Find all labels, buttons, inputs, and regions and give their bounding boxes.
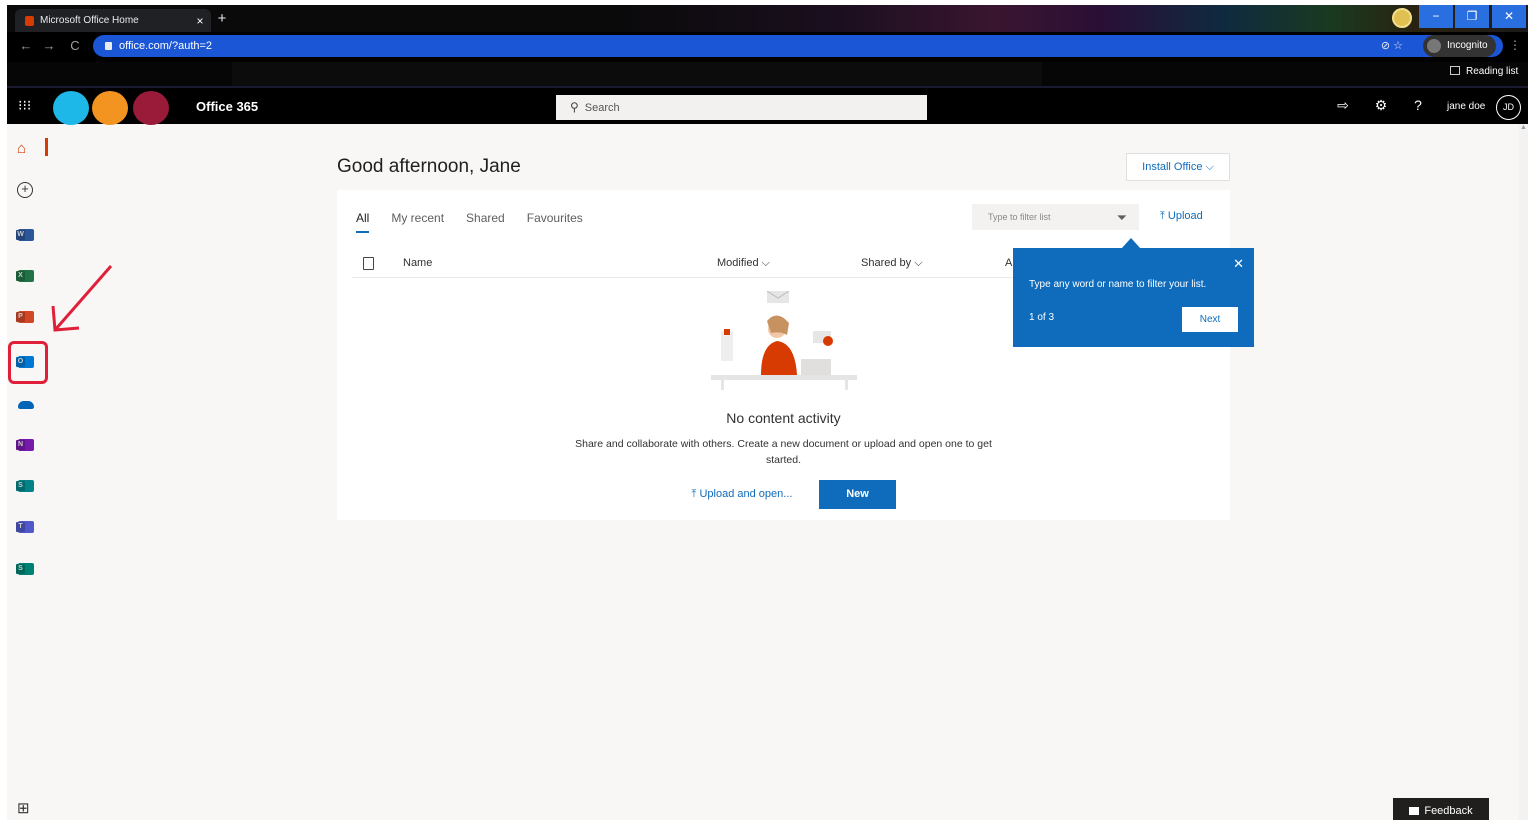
close-window-button[interactable]: ✕ [1492,5,1526,28]
teams-app-icon[interactable]: T [16,517,36,537]
screen: Microsoft Office Home × + − ❐ ✕ ← → C of… [7,5,1528,820]
empty-title: No content activity [726,410,841,426]
bookmarks-bar: Reading list [7,62,1528,86]
upload-button[interactable]: ⤒ Upload [1160,210,1203,223]
empty-state-illustration [711,291,857,390]
incognito-badge[interactable]: Incognito [1423,35,1496,57]
office-favicon-icon [25,15,34,26]
onenote-app-icon[interactable]: N [16,435,36,455]
column-name[interactable]: Name [403,257,432,269]
teaching-callout: ✕ Type any word or name to filter your l… [1013,248,1254,347]
tab-my-recent[interactable]: My recent [391,211,444,225]
logo-blob-orange [92,91,128,125]
onedrive-app-icon[interactable] [16,394,36,414]
scrollbar[interactable] [1519,124,1528,820]
onedrive-tile [18,401,34,409]
upload-and-open-button[interactable]: ⤒ Upload and open... [673,480,811,508]
all-apps-icon[interactable]: ⊞ [17,801,33,817]
document-tabs: All My recent Shared Favourites [356,211,605,233]
word-app-icon[interactable]: W [16,225,36,245]
teams-letter: T [16,522,25,532]
home-selected-indicator [45,138,48,156]
omnibox-icons[interactable]: ⊘ ☆ [1381,35,1403,57]
logo-blob-blue [53,91,89,125]
sway-app-icon[interactable]: S [16,559,36,579]
logo-blob-maroon [133,91,169,125]
reload-button[interactable]: C [66,38,84,53]
maximize-button[interactable]: ❐ [1455,5,1489,28]
search-input[interactable]: ⚲ Search [556,95,927,120]
annotation-arrow [51,265,113,332]
incognito-label: Incognito [1447,40,1488,51]
reading-list-icon [1450,66,1460,75]
reading-list-label: Reading list [1466,66,1519,77]
lock-icon [105,42,112,50]
callout-close-icon[interactable]: ✕ [1233,256,1244,272]
extension-icon[interactable] [1392,8,1412,28]
column-shared-by[interactable]: Shared by ⌵ [861,257,923,270]
annotation-highlight-box [8,341,48,384]
back-button[interactable]: ← [17,38,35,53]
sharepoint-letter: S [16,481,25,491]
browser-tab[interactable]: Microsoft Office Home × [15,9,211,32]
page-title: Good afternoon, Jane [337,156,521,177]
tab-all[interactable]: All [356,211,370,233]
brand-title[interactable]: Office 365 [196,99,258,114]
column-activity[interactable]: A [1005,257,1012,269]
user-name[interactable]: jane doe [1447,101,1485,112]
filter-input[interactable]: Type to filter list ⏷ [972,204,1139,230]
callout-next-button[interactable]: Next [1182,307,1238,332]
url-text: office.com/?auth=2 [119,40,213,52]
home-icon[interactable]: ⌂ [17,141,31,156]
install-office-button[interactable]: Install Office ⌵ [1126,153,1230,181]
callout-step-count: 1 of 3 [1029,312,1055,323]
create-icon[interactable]: + [17,182,33,198]
settings-icon[interactable]: ⚙ [1372,97,1390,114]
avatar[interactable]: JD [1496,95,1521,120]
browser-toolbar: ← → C office.com/?auth=2 ⊘ ☆ Incognito ⋮ [7,32,1528,62]
new-button[interactable]: New [819,480,896,509]
help-icon[interactable]: ? [1409,97,1427,113]
tab-favourites[interactable]: Favourites [527,211,583,225]
address-bar[interactable]: office.com/?auth=2 ⊘ ☆ [93,35,1503,57]
filter-placeholder: Type to filter list [988,212,1051,222]
browser-menu-icon[interactable]: ⋮ [1509,38,1521,52]
minimize-button[interactable]: − [1419,5,1453,28]
browser-tabstrip: Microsoft Office Home × + − ❐ ✕ [7,5,1528,32]
empty-description: Share and collaborate with others. Creat… [575,438,992,466]
excel-app-icon[interactable]: X [16,266,36,286]
feedback-label: Feedback [1424,805,1473,817]
tab-shared[interactable]: Shared [466,211,505,225]
search-icon: ⚲ [570,100,579,114]
column-modified[interactable]: Modified ⌵ [717,257,770,270]
sharepoint-app-icon[interactable]: S [16,476,36,496]
app-launcher-icon[interactable]: ⁝⁝⁝ [18,98,32,112]
search-placeholder: Search [584,102,620,114]
sway-letter: S [16,564,25,574]
app-rail: ⌂ + WXPONSTS ⊞ [7,124,48,820]
feedback-icon [1409,807,1420,815]
bookmarks-area [232,62,1042,86]
onenote-letter: N [16,440,25,450]
powerpoint-letter: P [16,312,25,322]
scroll-up-icon[interactable]: ▲ [1519,124,1528,134]
excel-letter: X [16,271,25,281]
reading-list-button[interactable]: Reading list [1450,66,1518,77]
forward-button[interactable]: → [40,38,58,53]
tab-close-icon[interactable]: × [189,14,211,28]
powerpoint-app-icon[interactable]: P [16,307,36,327]
documents-card: All My recent Shared Favourites Type to … [337,190,1230,520]
tab-title: Microsoft Office Home [40,15,139,26]
feedback-icon[interactable]: ⇨ [1334,97,1352,114]
incognito-icon [1427,39,1441,53]
feedback-button[interactable]: Feedback [1393,798,1489,820]
callout-message: Type any word or name to filter your lis… [1029,279,1207,290]
filter-icon: ⏷ [1116,210,1127,225]
office-header: ⁝⁝⁝ Office 365 ⚲ Search ⇨ ⚙ ? jane doe JD [7,86,1528,125]
new-tab-button[interactable]: + [213,9,231,29]
file-type-icon[interactable] [363,257,374,270]
word-letter: W [16,230,25,240]
